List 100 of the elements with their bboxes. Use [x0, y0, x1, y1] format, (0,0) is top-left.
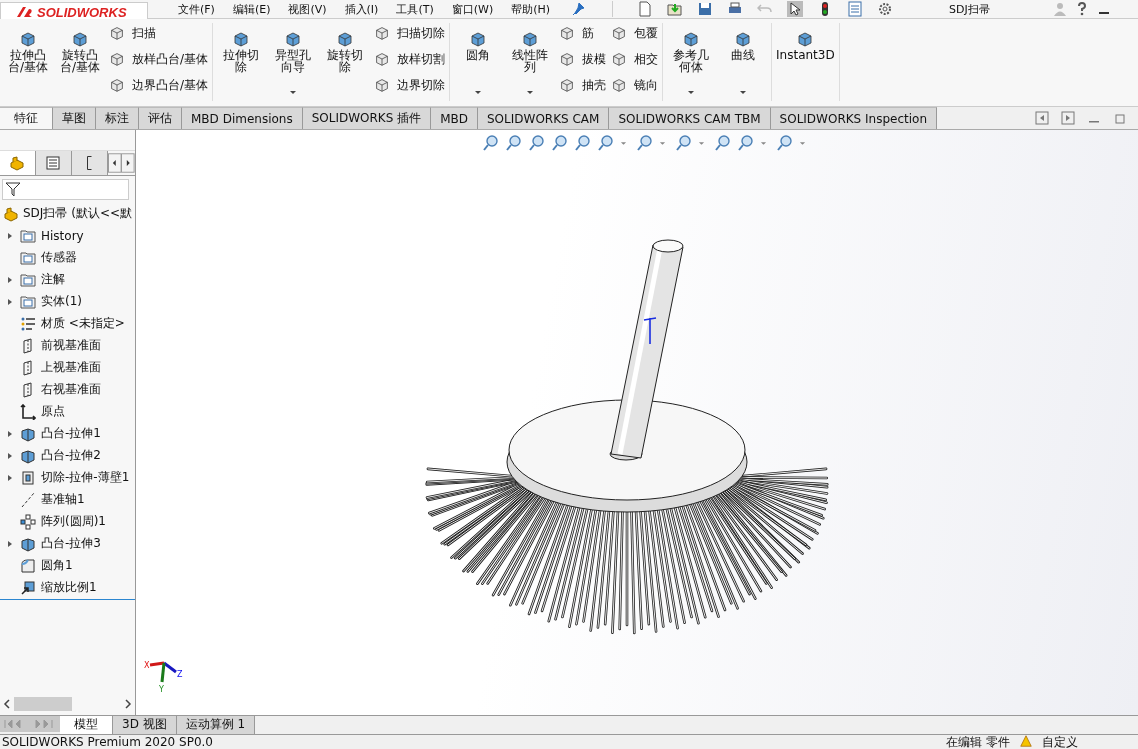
ribbon-button[interactable]: Instant3D [776, 23, 835, 101]
ribbon-tab[interactable]: SOLIDWORKS 插件 [302, 107, 432, 129]
expand-arrow-icon[interactable] [7, 429, 13, 438]
tree-item[interactable]: SDJ扫帚 (默认<<默 [0, 202, 135, 225]
pin-icon[interactable] [570, 1, 587, 17]
tree-item[interactable]: 切除-拉伸-薄壁1 [20, 469, 130, 486]
ribbon-tab[interactable]: MBD [431, 107, 478, 129]
tree-item[interactable]: 缩放比例1 [20, 579, 97, 596]
menu-item[interactable]: 文件(F) [178, 1, 215, 17]
configuration-manager-tab[interactable] [71, 151, 108, 176]
menu-item[interactable]: 视图(V) [288, 1, 327, 17]
ribbon-tab[interactable]: SOLIDWORKS Inspection [770, 107, 938, 129]
menu-item[interactable]: 插入(I) [344, 1, 379, 17]
ds-logo-icon [15, 5, 35, 19]
ribbon-button[interactable]: 线性阵列 [506, 23, 555, 101]
tree-item[interactable]: 圆角1 [20, 557, 73, 574]
ribbon-tab[interactable]: MBD Dimensions [182, 107, 303, 129]
select-cursor-icon[interactable] [787, 1, 804, 17]
model-tab[interactable]: 3D 视图 [113, 716, 177, 734]
filter-field[interactable] [2, 179, 129, 200]
axis-icon [20, 491, 36, 508]
axis-triad-drawing: X Y Z [144, 658, 204, 698]
tree-item[interactable]: 凸台-拉伸2 [20, 447, 101, 464]
caret-icon[interactable] [526, 90, 535, 95]
menu-item[interactable]: 帮助(H) [511, 1, 551, 17]
ribbon-button[interactable]: 扫描 [108, 23, 209, 43]
tree-item[interactable]: 凸台-拉伸3 [20, 535, 101, 552]
next-tab-icon[interactable] [1060, 110, 1076, 126]
ribbon-button[interactable]: 筋 [558, 23, 607, 43]
new-document-icon[interactable] [637, 1, 654, 17]
scroll-right-icon[interactable] [124, 698, 132, 709]
ribbon-button[interactable]: 圆角 [454, 23, 503, 101]
status-text: 自定义 [1042, 735, 1078, 749]
tree-item[interactable]: 右视基准面 [20, 381, 101, 398]
caret-icon[interactable] [474, 90, 483, 95]
expand-arrow-icon[interactable] [7, 473, 13, 482]
ribbon-button[interactable]: 相交 [610, 49, 659, 69]
ribbon-tab[interactable]: 草图 [53, 107, 96, 129]
ribbon-tab[interactable]: 标注 [96, 107, 139, 129]
ribbon-button[interactable]: 拔模 [558, 49, 607, 69]
tree-item[interactable]: 材质 <未指定> [20, 315, 125, 332]
ribbon-button[interactable]: 拉伸凸台/基体 [4, 23, 52, 101]
caret-icon[interactable] [739, 90, 748, 95]
folder-icon [20, 293, 36, 310]
ribbon-tab[interactable]: SOLIDWORKS CAM [478, 107, 610, 129]
caret-icon[interactable] [289, 90, 298, 95]
zoom-area-icon[interactable] [505, 134, 523, 152]
expand-arrow-icon[interactable] [7, 275, 13, 284]
ribbon-tab[interactable]: 特征 [0, 107, 53, 129]
tree-item[interactable]: 前视基准面 [20, 337, 101, 354]
expand-arrow-icon[interactable] [7, 297, 13, 306]
feature-manager-tab[interactable] [0, 151, 36, 176]
scroll-left-icon[interactable] [107, 153, 122, 174]
tree-item[interactable]: History [20, 227, 84, 244]
zoom-fit-icon[interactable] [482, 134, 500, 152]
expand-arrow-icon[interactable] [7, 231, 13, 240]
ribbon-button[interactable]: 抽壳 [558, 75, 607, 95]
ribbon-button[interactable]: 镜向 [610, 75, 659, 95]
ribbon-button[interactable]: 参考几何体 [667, 23, 716, 101]
ribbon-button[interactable]: 边界凸台/基体 [108, 75, 209, 95]
model-tab[interactable]: 模型 [60, 716, 113, 734]
tree-item[interactable]: 原点 [20, 403, 65, 420]
previous-tab-icon[interactable] [1034, 110, 1050, 126]
ribbon-button[interactable]: 曲线 [719, 23, 768, 101]
origin-icon [20, 403, 36, 420]
cube-icon [108, 24, 126, 42]
expand-arrow-icon[interactable] [7, 451, 13, 460]
ribbon-button[interactable]: 边界切除 [373, 75, 446, 95]
tree-item[interactable]: 上视基准面 [20, 359, 101, 376]
caret-icon[interactable] [687, 90, 696, 95]
ribbon-button[interactable]: 拉伸切除 [217, 23, 266, 101]
scroll-left-icon[interactable] [3, 698, 11, 709]
ribbon-button[interactable]: 旋转切除 [321, 23, 370, 101]
menu-item[interactable]: 工具(T) [396, 1, 434, 17]
settings-icon[interactable] [877, 1, 894, 17]
save-icon[interactable] [697, 1, 714, 17]
property-manager-tab[interactable] [35, 151, 72, 176]
open-folder-icon[interactable] [667, 1, 684, 17]
ribbon-button[interactable]: 放样切割 [373, 49, 446, 69]
ribbon-button[interactable]: 旋转凸台/基体 [56, 23, 104, 101]
boss-feature-icon [20, 535, 36, 552]
ribbon-button[interactable]: 放样凸台/基体 [108, 49, 209, 69]
menu-item[interactable]: 窗口(W) [451, 1, 494, 17]
menu-item[interactable]: 编辑(E) [232, 1, 271, 17]
tree-item[interactable]: 基准轴1 [20, 491, 85, 508]
tree-item[interactable]: 传感器 [20, 249, 77, 266]
expand-arrow-icon[interactable] [7, 539, 13, 548]
filter-icon [5, 181, 21, 198]
file-properties-icon[interactable] [847, 1, 864, 17]
tree-item[interactable]: 实体(1) [20, 293, 82, 310]
ribbon-button[interactable]: 扫描切除 [373, 23, 446, 43]
tree-item[interactable]: 阵列(圆周)1 [20, 513, 106, 530]
tree-item[interactable]: 凸台-拉伸1 [20, 425, 101, 442]
status-text: 在编辑 零件 [946, 735, 1010, 749]
ribbon-button[interactable]: 异型孔向导 [269, 23, 318, 101]
tree-item[interactable]: 注解 [20, 271, 65, 288]
ribbon-tab[interactable]: SOLIDWORKS CAM TBM [609, 107, 771, 129]
model-tab[interactable]: 运动算例 1 [176, 716, 256, 734]
ribbon-button[interactable]: 包覆 [610, 23, 659, 43]
ribbon-tab[interactable]: 评估 [139, 107, 182, 129]
